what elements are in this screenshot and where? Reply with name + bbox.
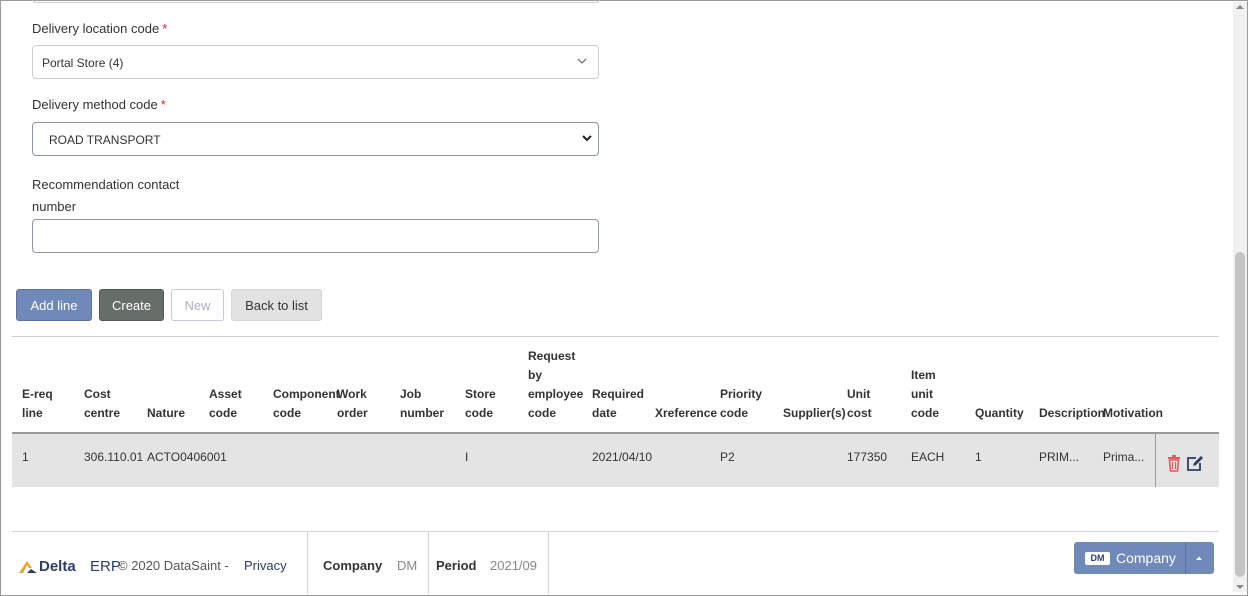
- header-job-number: Job number: [400, 387, 445, 420]
- logo-erp-text: ERP: [90, 558, 121, 575]
- cell-quantity: 1: [975, 450, 982, 464]
- cell-store-code: I: [465, 450, 469, 464]
- scroll-down-icon[interactable]: [1236, 584, 1244, 590]
- company-label: Company: [323, 558, 383, 573]
- cell-motivation: Prima...: [1103, 450, 1145, 464]
- back-to-list-button[interactable]: Back to list: [231, 289, 322, 321]
- cell-unit-cost: 177350: [847, 450, 888, 464]
- header-work-order: Work order: [337, 387, 368, 420]
- cell-ereq-line: 1: [22, 450, 29, 464]
- previous-field-edge: [32, 0, 600, 3]
- caret-up-icon[interactable]: [1195, 555, 1203, 561]
- new-button[interactable]: New: [171, 289, 224, 321]
- create-button[interactable]: Create: [99, 289, 164, 321]
- table-top-divider: [12, 336, 1219, 337]
- period-label: Period: [436, 558, 477, 573]
- header-motivation: Motivation: [1103, 406, 1163, 420]
- company-value: DM: [397, 558, 418, 573]
- delivery-location-value: Portal Store (4): [42, 56, 124, 70]
- edit-icon[interactable]: [1186, 455, 1204, 472]
- cell-cost-centre: 306.110.01: [84, 450, 144, 464]
- header-required-date: Required date: [592, 387, 645, 420]
- header-xreference: Xreference: [655, 406, 718, 420]
- vertical-scrollbar[interactable]: [1233, 2, 1247, 592]
- cell-required-date: 2021/04/10: [592, 450, 653, 464]
- company-badge: DM: [1085, 552, 1110, 565]
- header-ereq-line: E-req line: [22, 387, 53, 420]
- add-line-button[interactable]: Add line: [16, 289, 92, 321]
- trash-icon[interactable]: [1167, 455, 1181, 472]
- scroll-up-icon[interactable]: [1236, 4, 1244, 10]
- footer-divider: [548, 532, 549, 594]
- header-asset-code: Asset code: [209, 387, 242, 420]
- company-button-label: Company: [1116, 550, 1176, 566]
- company-switch-button[interactable]: DM Company: [1074, 542, 1214, 574]
- delivery-method-value: ROAD TRANSPORT: [49, 133, 161, 147]
- privacy-link[interactable]: Privacy: [244, 558, 287, 573]
- header-component-code: Component code: [273, 387, 340, 420]
- footer-top-divider: [12, 531, 1219, 532]
- cell-item-unit-code: EACH: [911, 450, 945, 464]
- delta-logo-icon: [19, 561, 37, 573]
- delivery-method-label: Delivery method code *: [32, 97, 166, 112]
- period-value: 2021/09: [490, 558, 537, 573]
- row-actions-divider: [1155, 434, 1156, 487]
- header-request-by-employee-code: Request by employee code: [528, 349, 584, 420]
- chevron-down-icon: [577, 58, 587, 64]
- header-quantity: Quantity: [975, 406, 1024, 420]
- header-unit-cost: Unit cost: [847, 387, 872, 420]
- footer-divider: [428, 532, 429, 594]
- contact-number-label: Recommendation contact number: [32, 177, 180, 214]
- header-suppliers: Supplier(s): [783, 406, 846, 420]
- cell-description: PRIM...: [1039, 450, 1080, 464]
- copyright-text: © 2020 DataSaint -: [118, 558, 229, 573]
- header-item-unit-code: Item unit code: [911, 368, 940, 420]
- contact-number-input[interactable]: [32, 219, 599, 253]
- chevron-down-icon: [582, 135, 592, 142]
- scrollbar-thumb[interactable]: [1235, 252, 1245, 577]
- header-cost-centre: Cost centre: [84, 387, 121, 420]
- cell-nature: ACTO0406001: [147, 450, 227, 464]
- delivery-method-select[interactable]: ROAD TRANSPORT: [32, 122, 599, 156]
- delivery-location-select[interactable]: Portal Store (4): [32, 45, 599, 79]
- delivery-location-label: Delivery location code *: [32, 21, 168, 36]
- logo-delta-text: Delta: [39, 558, 76, 575]
- header-description: Description: [1039, 406, 1106, 420]
- header-priority-code: Priority code: [720, 387, 763, 420]
- header-store-code: Store code: [465, 387, 496, 420]
- cell-priority-code: P2: [720, 450, 735, 464]
- header-nature: Nature: [147, 406, 186, 420]
- footer-divider: [307, 532, 308, 594]
